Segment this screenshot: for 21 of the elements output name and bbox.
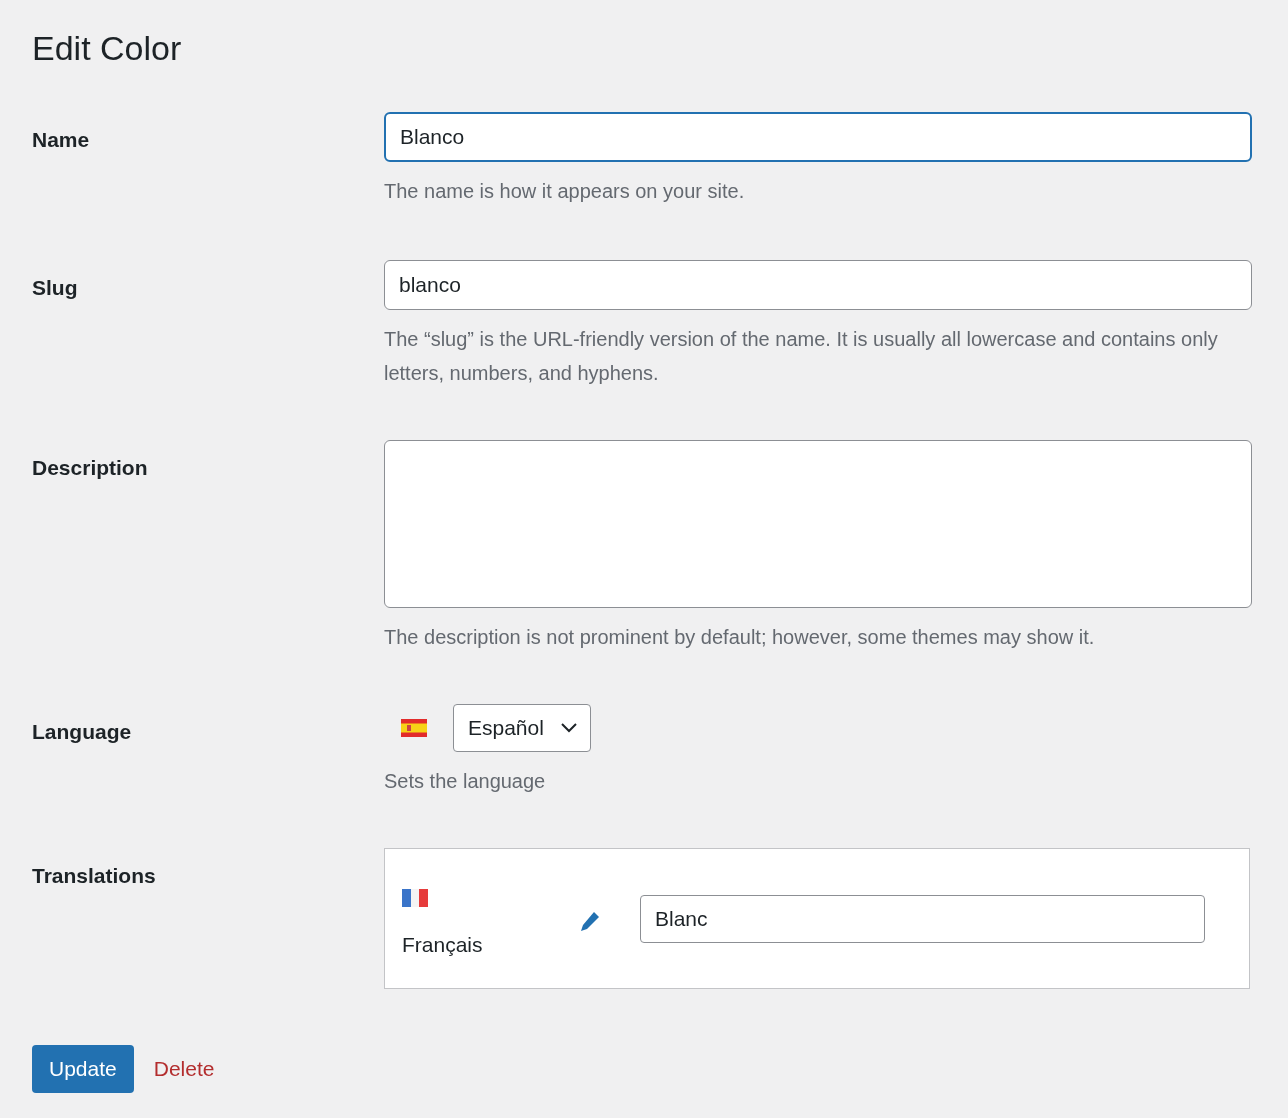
- delete-link[interactable]: Delete: [153, 1053, 215, 1085]
- help-text: The name is how it appears on your site.: [384, 179, 746, 204]
- field-label: Language: [32, 720, 132, 743]
- spain-flag-icon: [401, 719, 427, 737]
- text-field[interactable]: Blanco: [384, 112, 1252, 162]
- france-flag-icon: [402, 888, 428, 907]
- text-field[interactable]: blanco: [384, 260, 1252, 310]
- language-name: Français: [402, 931, 484, 958]
- page-title: Edit Color: [32, 28, 183, 69]
- help-text: Sets the language: [384, 769, 547, 794]
- field-label: Description: [32, 456, 148, 479]
- chevron-down-icon: [559, 722, 578, 734]
- help-text: The description is not prominent by default; however, some themes may show it.: [384, 625, 1096, 650]
- help-text: The “slug” is the URL-friendly version of the name. It is usually all lowercase and contains only letters, numbers, and hyphens.: [384, 327, 1219, 386]
- translation-field[interactable]: Blanc: [640, 894, 1205, 943]
- field-label: Translations: [32, 864, 156, 887]
- description-field[interactable]: [384, 440, 1252, 608]
- field-label: Slug: [32, 276, 78, 299]
- update-button[interactable]: Update: [32, 1045, 134, 1093]
- field-label: Name: [32, 128, 90, 151]
- language-select[interactable]: Español: [453, 704, 591, 752]
